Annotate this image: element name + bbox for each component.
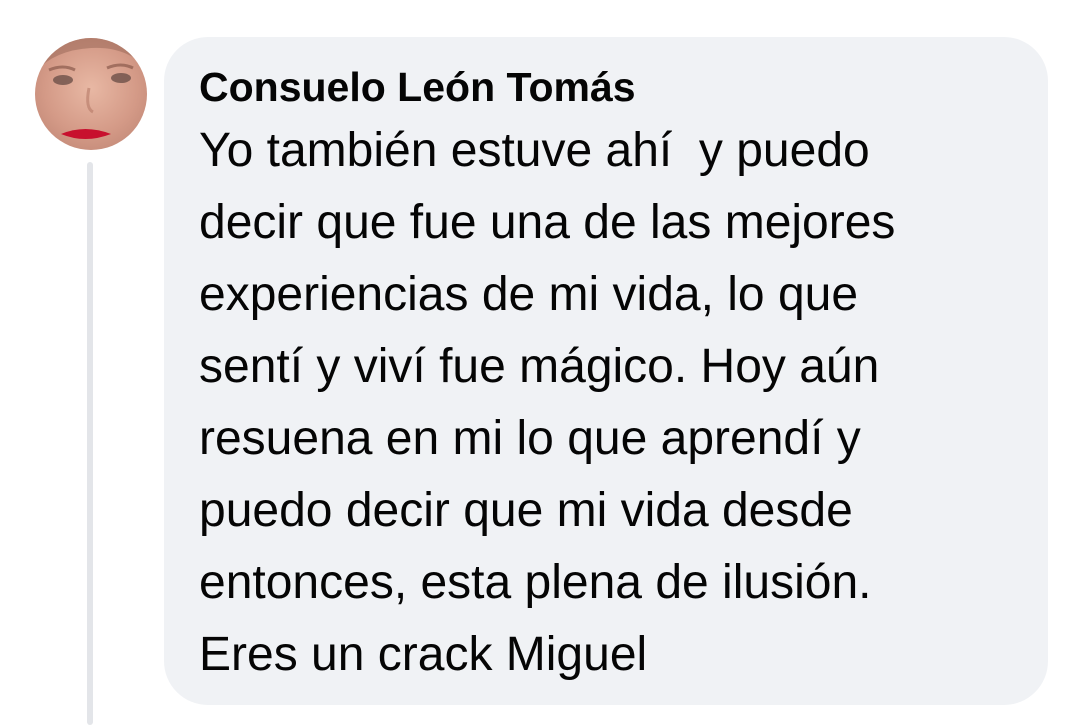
- avatar-photo: [35, 38, 147, 139]
- comment-text-line: decir que fue una de las mejores: [199, 196, 896, 249]
- comment-author-name[interactable]: Consuelo León Tomás: [199, 59, 1018, 115]
- comment-text: Yo también estuve ahí y puedo decir que …: [199, 115, 1018, 691]
- avatar[interactable]: [35, 38, 147, 150]
- comment-text-line: resuena en mi lo que aprendí y: [199, 412, 861, 465]
- comment-bubble: Consuelo León Tomás Yo también estuve ah…: [164, 37, 1048, 705]
- comment-text-line: Yo también estuve ahí y puedo: [199, 124, 870, 177]
- comment-text-line: sentí y viví fue mágico. Hoy aún: [199, 340, 880, 393]
- comment-text-line: Eres un crack Miguel: [199, 628, 648, 681]
- comment-text-line: entonces, esta plena de ilusión.: [199, 556, 872, 609]
- comment-text-line: experiencias de mi vida, lo que: [199, 268, 859, 321]
- comment-item: Consuelo León Tomás Yo también estuve ah…: [0, 0, 1080, 725]
- comment-text-line: puedo decir que mi vida desde: [199, 484, 853, 537]
- reply-thread-line: [87, 162, 93, 725]
